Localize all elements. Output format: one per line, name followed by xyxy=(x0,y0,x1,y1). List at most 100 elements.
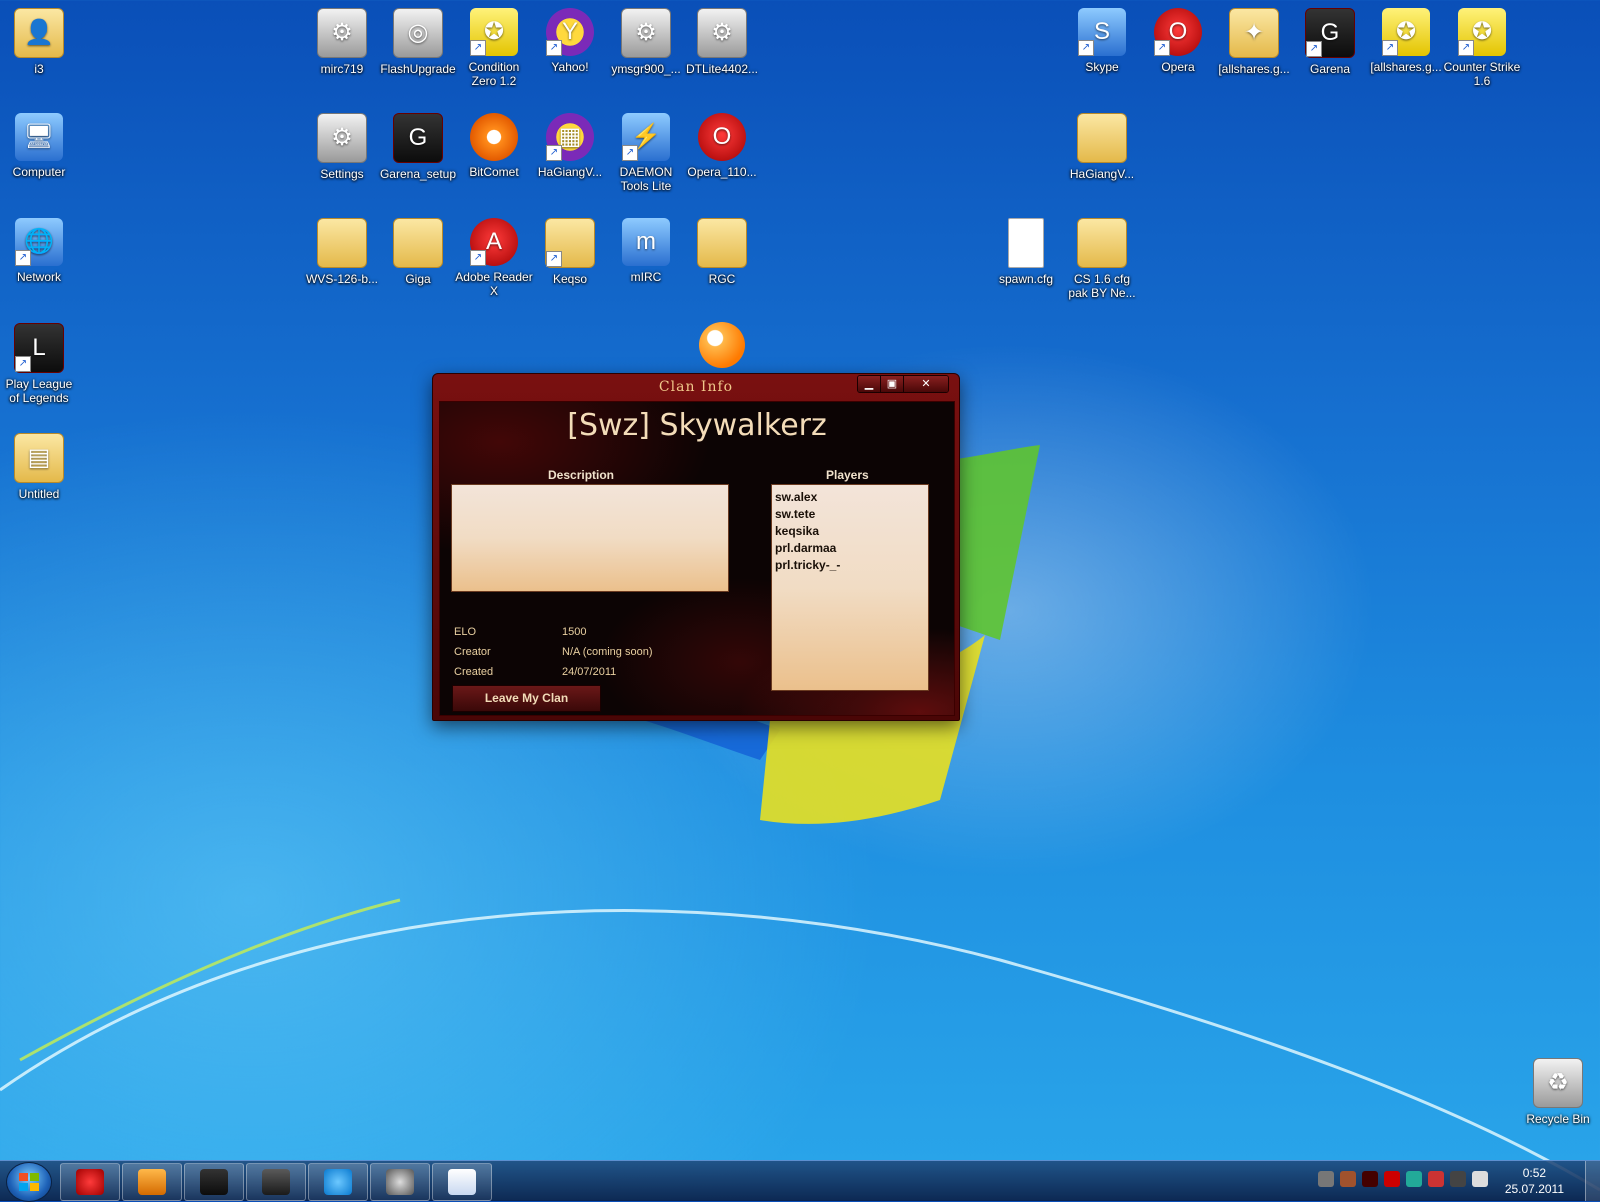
shortcut-arrow-icon: ↗ xyxy=(15,356,31,372)
minimize-button[interactable]: ▁ xyxy=(858,376,881,392)
player-item[interactable]: keqsika xyxy=(775,523,925,540)
desktop-icon[interactable]: spawn.cfg xyxy=(987,218,1065,286)
stat-value: 24/07/2011 xyxy=(562,666,617,678)
desktop-icon[interactable]: m mIRC xyxy=(607,218,685,284)
desktop-icon[interactable]: CS 1.6 cfg pak BY Ne... xyxy=(1063,218,1141,300)
stat-label: Creator xyxy=(454,646,491,658)
adobe-reader-icon: A ↗ xyxy=(470,218,518,266)
folder-icon xyxy=(393,218,443,268)
desktop-icon[interactable]: HaGiangV... xyxy=(1063,113,1141,181)
skype-icon xyxy=(324,1169,352,1195)
maximize-button[interactable]: ▣ xyxy=(881,376,904,392)
players-list-box[interactable]: sw.alex sw.tete keqsika prl.darmaa prl.trick… xyxy=(771,484,929,691)
desktop-icon-label: HaGiangV... xyxy=(537,165,603,179)
taskbar-button-skype[interactable] xyxy=(308,1163,368,1201)
taskbar-button-garena[interactable] xyxy=(184,1163,244,1201)
show-desktop-button[interactable] xyxy=(1585,1161,1600,1201)
desktop-icon[interactable]: WVS-126-b... xyxy=(303,218,381,286)
desktop-icon-label: FlashUpgrade xyxy=(380,62,456,76)
shortcut-arrow-icon: ↗ xyxy=(470,250,486,266)
taskbar-button-paint[interactable] xyxy=(432,1163,492,1201)
floating-app-icon[interactable] xyxy=(699,322,745,368)
taskbar-button-steering-wheel[interactable] xyxy=(370,1163,430,1201)
desktop-icon[interactable]: ✪ ↗ [allshares.g... xyxy=(1367,8,1445,74)
yahoo-messenger-icon: Y ↗ xyxy=(546,8,594,56)
desktop-icon[interactable]: ⚙ ymsgr900_... xyxy=(607,8,685,76)
desktop-icon-label: [allshares.g... xyxy=(1218,62,1290,76)
garena-icon: G ↗ xyxy=(1305,8,1355,58)
daemon-tools-icon: ⚡ ↗ xyxy=(622,113,670,161)
player-item[interactable]: sw.tete xyxy=(775,506,925,523)
desktop-icon[interactable]: O ↗ Opera xyxy=(1139,8,1217,74)
player-item[interactable]: prl.darmaa xyxy=(775,540,925,557)
desktop-icon[interactable]: ▦ ↗ HaGiangV... xyxy=(531,113,609,179)
volume-icon[interactable] xyxy=(1472,1171,1488,1187)
player-item[interactable]: prl.tricky-_- xyxy=(775,557,925,574)
desktop-icon[interactable]: ✦ [allshares.g... xyxy=(1215,8,1293,76)
desktop-icon[interactable]: Giga xyxy=(379,218,457,286)
taskbar-button-opera[interactable] xyxy=(60,1163,120,1201)
desktop-icon[interactable]: ✪ ↗ Condition Zero 1.2 xyxy=(455,8,533,88)
desktop-icon[interactable]: ♻ Recycle Bin xyxy=(1519,1058,1597,1126)
desktop-icon[interactable]: BitComet xyxy=(455,113,533,179)
taskbar-button-media-player[interactable] xyxy=(122,1163,182,1201)
opera-tray-icon[interactable] xyxy=(1384,1171,1400,1187)
close-button[interactable]: ✕ xyxy=(904,376,948,392)
text-file-icon xyxy=(1008,218,1044,268)
desktop-icon-label: RGC xyxy=(708,272,736,286)
opera-icon xyxy=(76,1169,104,1195)
desktop-icon[interactable]: ✪ ↗ Counter Strike 1.6 xyxy=(1443,8,1521,88)
window-titlebar[interactable]: Clan Info ▁ ▣ ✕ xyxy=(433,374,959,400)
desktop-icon[interactable]: ⚡ ↗ DAEMON Tools Lite xyxy=(607,113,685,193)
game-tray-icon[interactable] xyxy=(1340,1171,1356,1187)
opera-icon: O ↗ xyxy=(1154,8,1202,56)
desktop-icon[interactable]: G ↗ Garena xyxy=(1291,8,1369,76)
garena-tray-icon[interactable] xyxy=(1362,1171,1378,1187)
opera-installer-icon: O xyxy=(698,113,746,161)
counter-strike-icon: ✪ ↗ xyxy=(1458,8,1506,56)
desktop-icon-label: Settings xyxy=(320,167,364,181)
desktop-icon[interactable]: A ↗ Adobe Reader X xyxy=(455,218,533,298)
leave-clan-button[interactable]: Leave My Clan xyxy=(452,685,601,712)
description-box[interactable] xyxy=(451,484,729,592)
desktop-icon[interactable]: RGC xyxy=(683,218,761,286)
flag-tray-icon[interactable] xyxy=(1428,1171,1444,1187)
desktop-icon[interactable]: ⚙ mirc719 xyxy=(303,8,381,76)
shortcut-arrow-icon: ↗ xyxy=(546,40,562,56)
desktop-icon[interactable]: ⚙ Settings xyxy=(303,113,381,181)
player-item[interactable]: sw.alex xyxy=(775,489,925,506)
shortcut-arrow-icon: ↗ xyxy=(1078,40,1094,56)
desktop-icon[interactable]: S ↗ Skype xyxy=(1063,8,1141,74)
taskbar: 0:52 25.07.2011 xyxy=(0,1160,1600,1202)
folder-icon xyxy=(317,218,367,268)
taskbar-button-game[interactable] xyxy=(246,1163,306,1201)
bitcomet-icon xyxy=(470,113,518,161)
desktop-icon[interactable]: 🖥 Computer xyxy=(0,113,78,179)
untitled-file-icon: ▤ xyxy=(14,433,64,483)
desktop-icon[interactable]: L ↗ Play League of Legends xyxy=(0,323,78,405)
desktop-icon-label: mIRC xyxy=(630,270,662,284)
skype-tray-icon[interactable] xyxy=(1406,1171,1422,1187)
desktop-icon-label: Counter Strike 1.6 xyxy=(1443,60,1521,88)
desktop-icon-label: Giga xyxy=(405,272,431,286)
desktop-icon[interactable]: O Opera_110... xyxy=(683,113,761,179)
stat-value: 1500 xyxy=(562,626,587,638)
desktop-icon[interactable]: 👤 i3 xyxy=(0,8,78,76)
desktop-icon-label: BitComet xyxy=(469,165,519,179)
desktop-icon[interactable]: 🌐 ↗ Network xyxy=(0,218,78,284)
start-button[interactable] xyxy=(6,1162,52,1202)
desktop-icon-label: Condition Zero 1.2 xyxy=(468,60,520,88)
connection-tray-icon[interactable] xyxy=(1450,1171,1466,1187)
desktop-icon[interactable]: G Garena_setup xyxy=(379,113,457,181)
folder-icon: ↗ xyxy=(545,218,595,268)
clan-info-window[interactable]: Clan Info ▁ ▣ ✕ [Swz] Skywalkerz Descrip… xyxy=(432,373,960,721)
desktop-icon[interactable]: ▤ Untitled xyxy=(0,433,78,501)
desktop-icon-label: DAEMON Tools Lite xyxy=(619,165,673,193)
clock[interactable]: 0:52 25.07.2011 xyxy=(1505,1165,1564,1197)
desktop-icon[interactable]: ◎ FlashUpgrade xyxy=(379,8,457,76)
network-tray-icon[interactable] xyxy=(1318,1171,1334,1187)
desktop-icon[interactable]: Y ↗ Yahoo! xyxy=(531,8,609,74)
counter-strike-icon: ✪ ↗ xyxy=(1382,8,1430,56)
desktop-icon[interactable]: ⚙ DTLite4402... xyxy=(683,8,761,76)
desktop-icon[interactable]: ↗ Keqso xyxy=(531,218,609,286)
